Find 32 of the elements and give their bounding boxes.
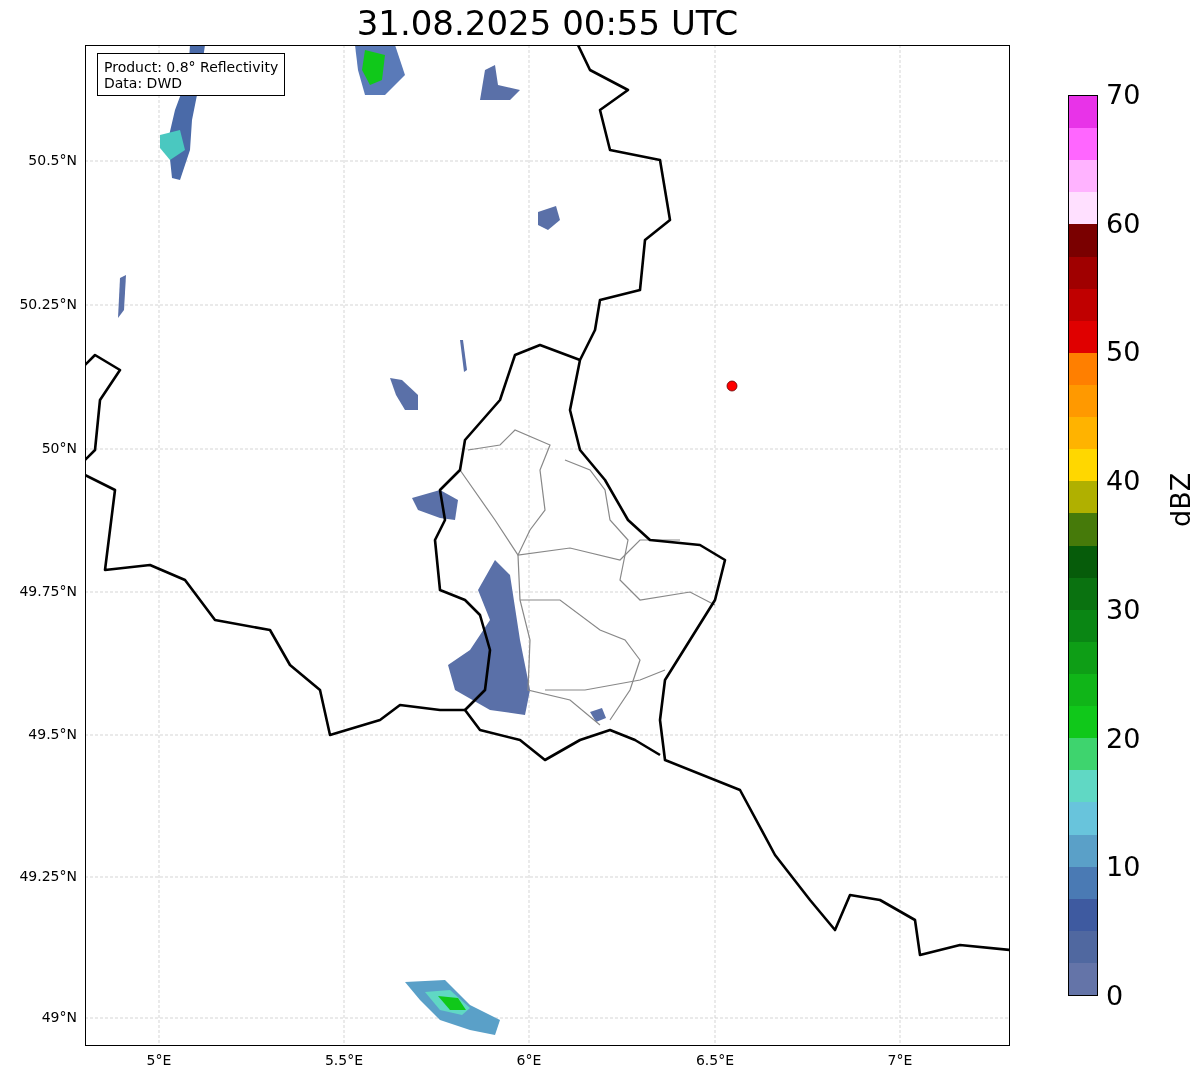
colorbar-tick-label: 30 [1106,593,1141,626]
radar-echo-patch [538,206,560,230]
colorbar-tick-label: 70 [1106,79,1141,111]
axis-tick-label: 49.5°N [28,726,77,742]
colorbar-label: dBZ [1165,472,1197,527]
radar-echo-patch [460,340,467,372]
axis-tick-label: 5.5°E [323,1052,365,1068]
info-text: Data: DWD [104,75,183,91]
axis-tick-label: 5°E [145,1052,173,1068]
chart-title: 31.08.2025 00:55 UTC [356,3,739,43]
axis-tick-label: 7°E [886,1052,914,1068]
axis-tick-label: 49.25°N [19,868,77,884]
colorbar-tick-label: 20 [1106,722,1141,755]
radar-echo-patch [590,708,606,722]
colorbar-tick-label: 50 [1106,336,1141,369]
location-marker-icon [726,380,738,392]
axis-tick-label: 6.5°E [694,1052,736,1068]
colorbar-tick-label: 40 [1106,465,1141,498]
colorbar-tick-label: 10 [1106,851,1141,884]
axis-tick-label: 49°N [41,1009,77,1025]
colorbar-tick-label: 60 [1106,207,1141,240]
radar-echo-patch [118,275,126,318]
axis-tick-label: 50.5°N [28,152,77,168]
axis-tick-label: 6°E [515,1052,543,1068]
axis-tick-label: 50.25°N [19,296,77,312]
radar-echo-patch [412,490,458,520]
info-text: Product: 0.8° Reflectivity [104,59,279,75]
axis-tick-label: 50°N [41,440,77,456]
axis-tick-label: 49.75°N [19,583,77,599]
colorbar-tick-label: 0 [1106,980,1124,1012]
radar-echo-patch [390,378,418,410]
radar-echo-patch [480,65,520,100]
